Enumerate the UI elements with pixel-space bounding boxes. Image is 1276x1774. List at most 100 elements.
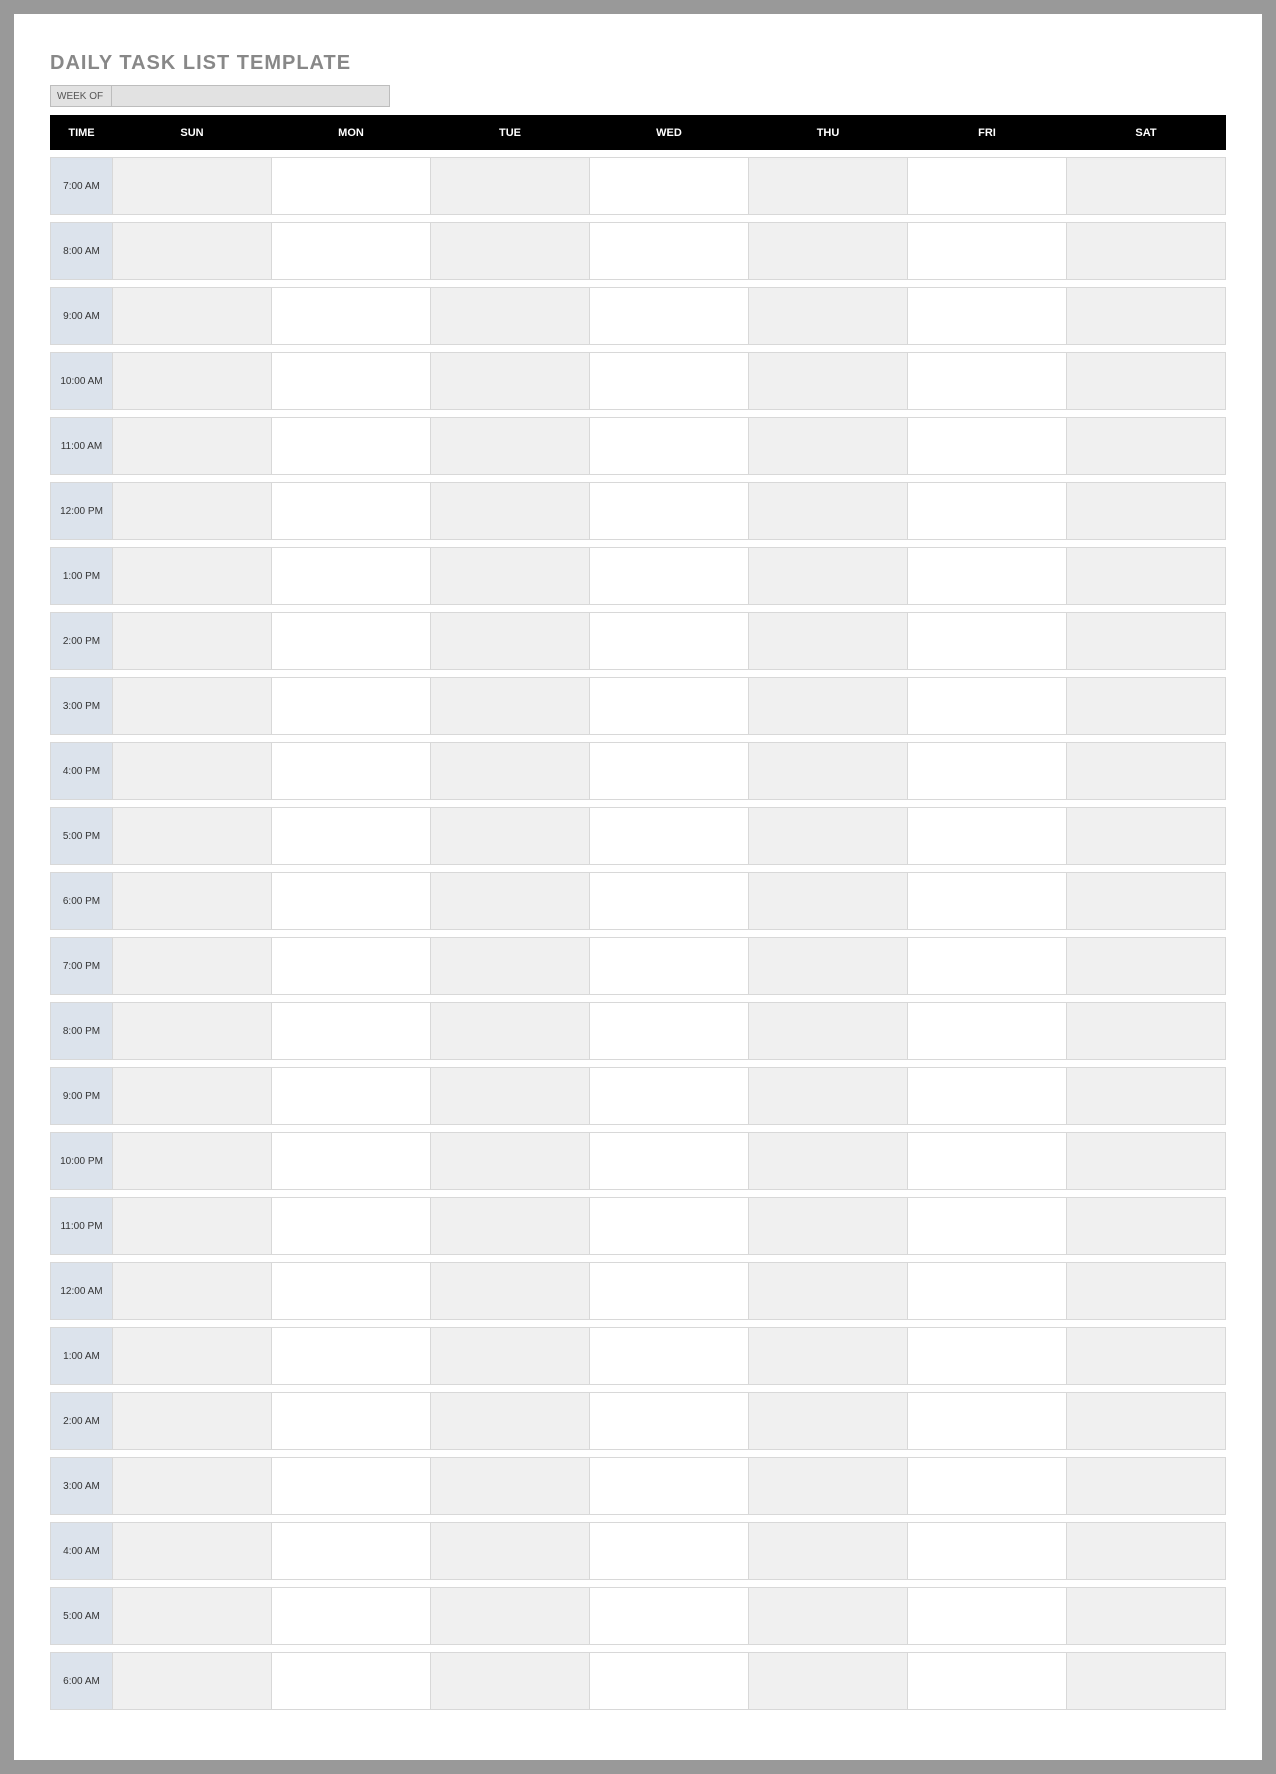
task-cell[interactable]: [272, 1198, 431, 1255]
task-input[interactable]: [1067, 938, 1225, 994]
task-cell[interactable]: [908, 1133, 1067, 1190]
task-input[interactable]: [431, 1653, 589, 1709]
task-cell[interactable]: [749, 1133, 908, 1190]
task-input[interactable]: [590, 1003, 748, 1059]
task-input[interactable]: [749, 353, 907, 409]
task-cell[interactable]: [272, 483, 431, 540]
task-cell[interactable]: [749, 1588, 908, 1645]
task-cell[interactable]: [590, 353, 749, 410]
task-input[interactable]: [1067, 548, 1225, 604]
task-cell[interactable]: [272, 613, 431, 670]
task-cell[interactable]: [431, 938, 590, 995]
task-input[interactable]: [272, 1393, 430, 1449]
task-input[interactable]: [431, 1003, 589, 1059]
task-input[interactable]: [1067, 158, 1225, 214]
task-cell[interactable]: [431, 418, 590, 475]
task-cell[interactable]: [908, 873, 1067, 930]
task-input[interactable]: [908, 418, 1066, 474]
task-input[interactable]: [272, 1133, 430, 1189]
task-cell[interactable]: [908, 1653, 1067, 1710]
task-cell[interactable]: [590, 938, 749, 995]
task-input[interactable]: [590, 1133, 748, 1189]
task-cell[interactable]: [272, 1263, 431, 1320]
task-cell[interactable]: [1067, 418, 1226, 475]
task-cell[interactable]: [590, 223, 749, 280]
task-input[interactable]: [908, 223, 1066, 279]
task-cell[interactable]: [1067, 613, 1226, 670]
task-input[interactable]: [590, 1458, 748, 1514]
task-input[interactable]: [272, 1068, 430, 1124]
task-cell[interactable]: [113, 158, 272, 215]
task-cell[interactable]: [590, 1328, 749, 1385]
task-cell[interactable]: [431, 678, 590, 735]
task-input[interactable]: [272, 548, 430, 604]
task-cell[interactable]: [431, 1263, 590, 1320]
task-cell[interactable]: [590, 1653, 749, 1710]
task-cell[interactable]: [749, 1653, 908, 1710]
task-input[interactable]: [590, 743, 748, 799]
task-cell[interactable]: [113, 743, 272, 800]
task-input[interactable]: [1067, 873, 1225, 929]
task-cell[interactable]: [590, 1393, 749, 1450]
task-cell[interactable]: [1067, 1068, 1226, 1125]
task-input[interactable]: [431, 678, 589, 734]
task-input[interactable]: [431, 1133, 589, 1189]
task-cell[interactable]: [431, 1198, 590, 1255]
task-input[interactable]: [113, 353, 271, 409]
task-cell[interactable]: [431, 1458, 590, 1515]
task-input[interactable]: [749, 1263, 907, 1319]
task-cell[interactable]: [749, 418, 908, 475]
task-input[interactable]: [272, 1003, 430, 1059]
task-input[interactable]: [431, 938, 589, 994]
weekof-input[interactable]: [112, 85, 390, 107]
task-cell[interactable]: [113, 223, 272, 280]
task-input[interactable]: [431, 873, 589, 929]
task-cell[interactable]: [590, 613, 749, 670]
task-input[interactable]: [1067, 678, 1225, 734]
task-cell[interactable]: [908, 1003, 1067, 1060]
task-cell[interactable]: [272, 1068, 431, 1125]
task-input[interactable]: [908, 678, 1066, 734]
task-input[interactable]: [1067, 483, 1225, 539]
task-input[interactable]: [272, 678, 430, 734]
task-cell[interactable]: [272, 678, 431, 735]
task-cell[interactable]: [908, 418, 1067, 475]
task-input[interactable]: [908, 1003, 1066, 1059]
task-input[interactable]: [431, 288, 589, 344]
task-input[interactable]: [1067, 1458, 1225, 1514]
task-cell[interactable]: [113, 1068, 272, 1125]
task-cell[interactable]: [113, 1393, 272, 1450]
task-input[interactable]: [113, 288, 271, 344]
task-input[interactable]: [431, 548, 589, 604]
task-cell[interactable]: [749, 548, 908, 605]
task-input[interactable]: [1067, 1328, 1225, 1384]
task-input[interactable]: [749, 743, 907, 799]
task-input[interactable]: [908, 1653, 1066, 1709]
task-cell[interactable]: [113, 483, 272, 540]
task-input[interactable]: [113, 1198, 271, 1254]
task-input[interactable]: [1067, 1263, 1225, 1319]
task-cell[interactable]: [1067, 1653, 1226, 1710]
task-cell[interactable]: [908, 1458, 1067, 1515]
task-cell[interactable]: [1067, 1328, 1226, 1385]
task-input[interactable]: [590, 1068, 748, 1124]
task-input[interactable]: [431, 1328, 589, 1384]
task-cell[interactable]: [749, 938, 908, 995]
task-input[interactable]: [749, 1003, 907, 1059]
task-input[interactable]: [1067, 743, 1225, 799]
task-cell[interactable]: [908, 1263, 1067, 1320]
task-cell[interactable]: [908, 613, 1067, 670]
task-cell[interactable]: [1067, 678, 1226, 735]
task-cell[interactable]: [431, 808, 590, 865]
task-input[interactable]: [113, 613, 271, 669]
task-input[interactable]: [113, 1588, 271, 1644]
task-input[interactable]: [749, 678, 907, 734]
task-cell[interactable]: [1067, 353, 1226, 410]
task-input[interactable]: [113, 808, 271, 864]
task-cell[interactable]: [749, 678, 908, 735]
task-input[interactable]: [272, 483, 430, 539]
task-input[interactable]: [431, 1458, 589, 1514]
task-cell[interactable]: [1067, 938, 1226, 995]
task-input[interactable]: [431, 1068, 589, 1124]
task-input[interactable]: [113, 873, 271, 929]
